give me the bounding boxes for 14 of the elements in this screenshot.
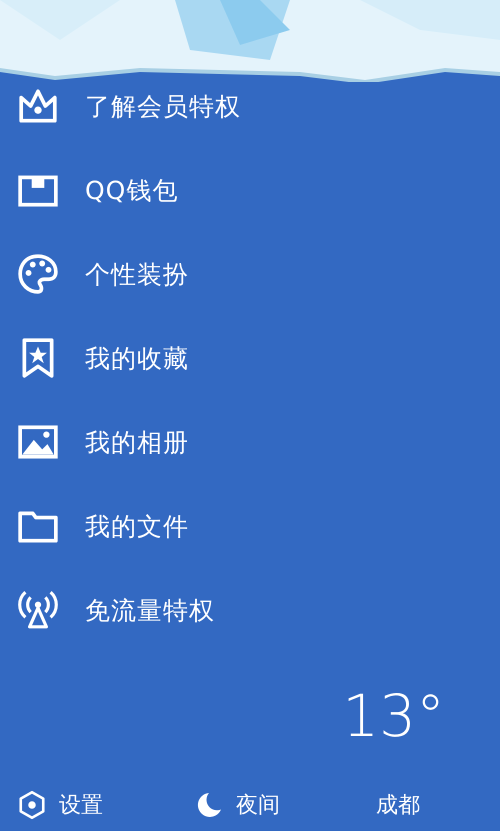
menu-item[interactable]: 了解会员特权 <box>0 64 500 148</box>
menu-item[interactable]: 我的收藏 <box>0 316 500 400</box>
settings-icon <box>17 790 47 820</box>
antenna-icon <box>17 589 59 631</box>
settings-button[interactable]: 设置 <box>0 790 177 820</box>
temperature: 13° <box>342 682 445 750</box>
night-mode-button[interactable]: 夜间 <box>177 790 354 820</box>
menu-item[interactable]: QQ钱包 <box>0 148 500 232</box>
menu-item[interactable]: 免流量特权 <box>0 568 500 652</box>
menu-item[interactable]: 我的相册 <box>0 400 500 484</box>
palette-icon <box>17 253 59 295</box>
menu-item[interactable]: 个性装扮 <box>0 232 500 316</box>
city-name: 成都 <box>376 792 420 820</box>
menu-item[interactable]: 我的文件 <box>0 484 500 568</box>
